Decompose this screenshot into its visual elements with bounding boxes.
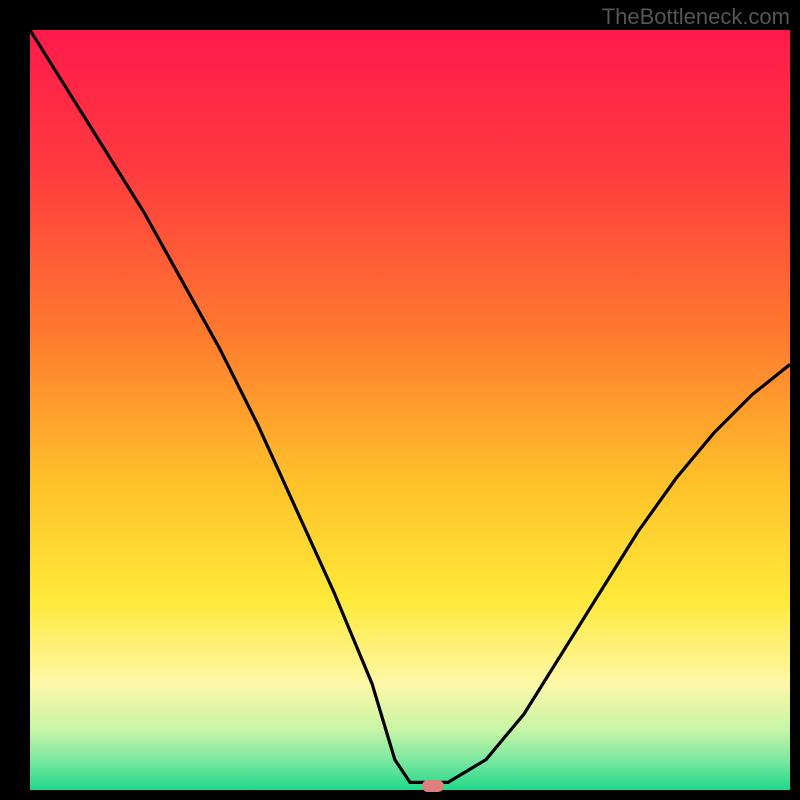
- optimum-marker: [422, 780, 444, 792]
- watermark-text: TheBottleneck.com: [602, 4, 790, 30]
- chart-svg: [30, 30, 790, 790]
- bottleneck-chart: [30, 30, 790, 790]
- gradient-background: [30, 30, 790, 790]
